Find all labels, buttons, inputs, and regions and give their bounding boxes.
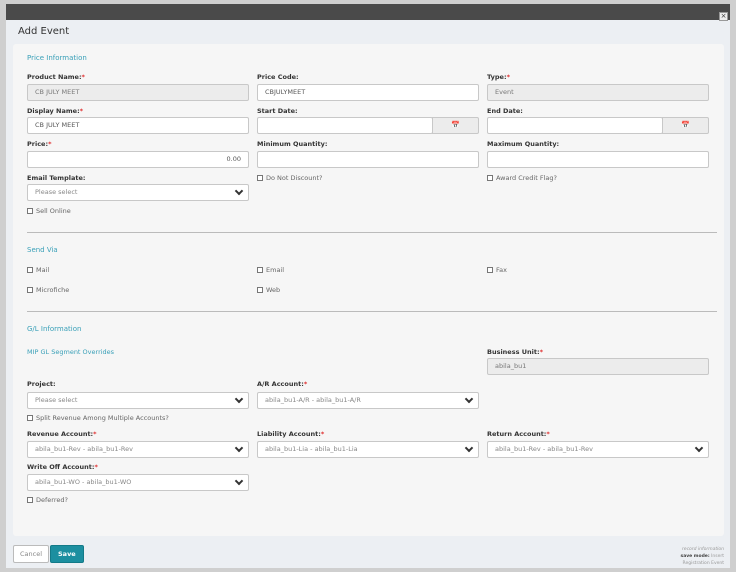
calendar-icon[interactable]: 📅 [432, 117, 479, 134]
maximum-quantity-label: Maximum Quantity: [487, 140, 560, 148]
email-template-value: Please select [35, 188, 78, 196]
chevron-down-icon [464, 443, 474, 453]
end-date-label: End Date: [487, 107, 523, 115]
mail-checkbox[interactable]: Mail [27, 266, 49, 274]
project-label: Project: [27, 380, 56, 388]
display-name-input[interactable]: CB JULY MEET [27, 117, 249, 134]
write-off-account-label: Write Off Account:* [27, 463, 98, 471]
chevron-down-icon [234, 186, 244, 196]
ar-account-select[interactable]: abila_bu1-A/R - abila_bu1-A/R [257, 392, 479, 409]
add-event-dialog: × Add Event Price Information Product Na… [6, 4, 730, 568]
web-checkbox[interactable]: Web [257, 286, 280, 294]
split-revenue-checkbox[interactable]: Split Revenue Among Multiple Accounts? [27, 414, 169, 422]
ar-account-label: A/R Account:* [257, 380, 308, 388]
chevron-down-icon [234, 476, 244, 486]
calendar-icon[interactable]: 📅 [662, 117, 709, 134]
maximum-quantity-input[interactable] [487, 151, 709, 168]
cancel-button[interactable]: Cancel [13, 545, 50, 563]
form-panel: Price Information Product Name:* CB JULY… [13, 44, 724, 536]
revenue-account-select[interactable]: abila_bu1-Rev - abila_bu1-Rev [27, 441, 249, 458]
chevron-down-icon [234, 394, 244, 404]
display-name-label: Display Name:* [27, 107, 84, 115]
dialog-title-bar [6, 4, 730, 20]
start-date-input[interactable] [257, 117, 433, 134]
minimum-quantity-label: Minimum Quantity: [257, 140, 328, 148]
return-account-label: Return Account:* [487, 430, 550, 438]
email-template-select[interactable]: Please select [27, 184, 249, 201]
return-account-select[interactable]: abila_bu1-Rev - abila_bu1-Rev [487, 441, 709, 458]
microfiche-checkbox[interactable]: Microfiche [27, 286, 69, 294]
product-name-input[interactable]: CB JULY MEET [27, 84, 249, 101]
close-icon[interactable]: × [719, 12, 728, 21]
divider [27, 311, 717, 312]
deferred-checkbox[interactable]: Deferred? [27, 496, 68, 504]
end-date-input[interactable] [487, 117, 663, 134]
type-input[interactable]: Event [487, 84, 709, 101]
chevron-down-icon [234, 443, 244, 453]
minimum-quantity-input[interactable] [257, 151, 479, 168]
record-type: Registration Event [682, 561, 724, 566]
chevron-down-icon [464, 394, 474, 404]
project-select[interactable]: Please select [27, 392, 249, 409]
save-mode: save mode: Insert [680, 554, 724, 559]
product-name-label: Product Name:* [27, 73, 85, 81]
do-not-discount-checkbox[interactable]: Do Not Discount? [257, 174, 323, 182]
record-information-label: record information [681, 547, 724, 552]
divider [27, 232, 717, 233]
liability-account-label: Liability Account:* [257, 430, 325, 438]
email-template-label: Email Template: [27, 174, 86, 182]
sell-online-checkbox[interactable]: Sell Online [27, 207, 71, 215]
dialog-title: Add Event [18, 26, 70, 37]
segment-overrides-link[interactable]: MIP GL Segment Overrides [27, 348, 114, 356]
revenue-account-label: Revenue Account:* [27, 430, 97, 438]
business-unit-input[interactable]: abila_bu1 [487, 358, 709, 375]
price-information-heading: Price Information [27, 54, 87, 62]
price-code-input[interactable]: CBJULYMEET [257, 84, 479, 101]
price-code-label: Price Code: [257, 73, 299, 81]
write-off-account-select[interactable]: abila_bu1-WO - abila_bu1-WO [27, 474, 249, 491]
email-checkbox[interactable]: Email [257, 266, 284, 274]
save-button[interactable]: Save [50, 545, 84, 563]
chevron-down-icon [694, 443, 704, 453]
send-via-heading: Send Via [27, 246, 58, 254]
award-credit-flag-checkbox[interactable]: Award Credit Flag? [487, 174, 557, 182]
liability-account-select[interactable]: abila_bu1-Lia - abila_bu1-Lia [257, 441, 479, 458]
fax-checkbox[interactable]: Fax [487, 266, 507, 274]
price-label: Price:* [27, 140, 52, 148]
type-label: Type:* [487, 73, 510, 81]
price-input[interactable]: 0.00 [27, 151, 249, 168]
business-unit-label: Business Unit:* [487, 348, 543, 356]
start-date-label: Start Date: [257, 107, 298, 115]
gl-information-heading: G/L Information [27, 325, 82, 333]
